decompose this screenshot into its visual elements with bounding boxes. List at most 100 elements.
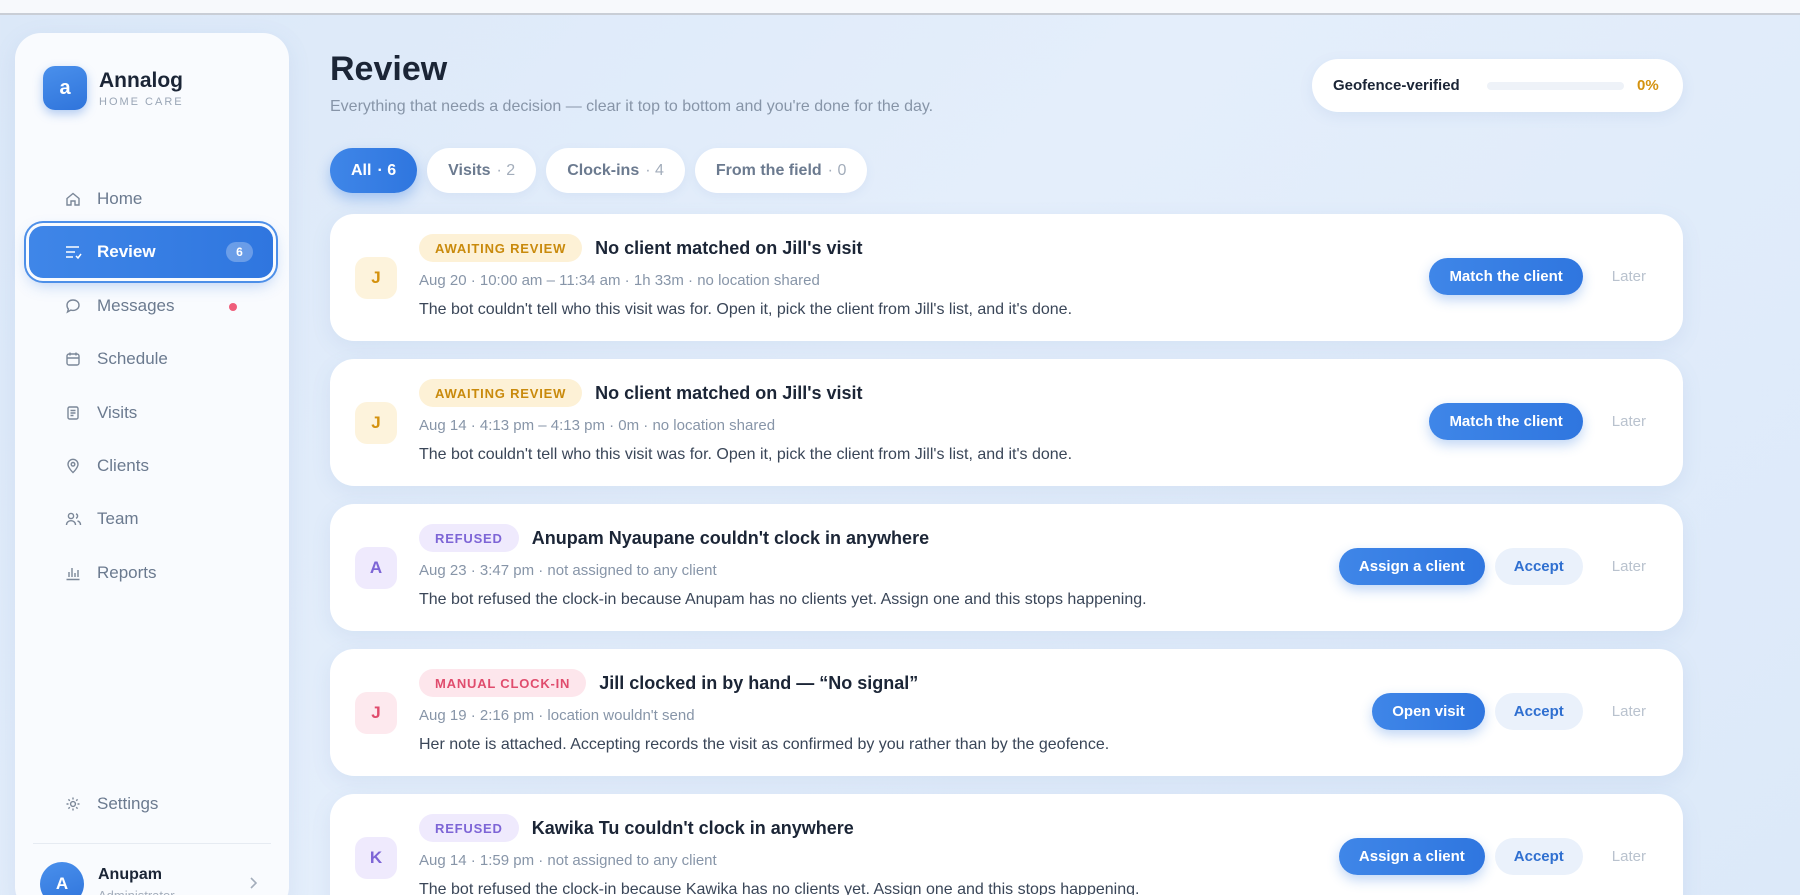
review-card[interactable]: J AWAITING REVIEW No client matched on J… bbox=[330, 214, 1683, 341]
later-button[interactable]: Later bbox=[1605, 268, 1653, 285]
review-count-badge: 6 bbox=[226, 242, 253, 263]
tab-label: All bbox=[351, 161, 372, 179]
tab-from-the-field[interactable]: From the field · 0 bbox=[694, 148, 868, 193]
open-visit-button[interactable]: Open visit bbox=[1372, 693, 1485, 730]
sidebar-item-label: Visits bbox=[97, 402, 138, 422]
card-title: No client matched on Jill's visit bbox=[595, 382, 863, 403]
avatar: A bbox=[40, 862, 84, 895]
tab-clock-ins[interactable]: Clock-ins · 4 bbox=[546, 148, 685, 193]
sidebar-item-label: Reports bbox=[97, 562, 157, 582]
card-meta: Aug 14 · 1:59 pm · not assigned to any c… bbox=[419, 852, 717, 869]
location-pin-icon bbox=[64, 457, 82, 475]
assign-client-button[interactable]: Assign a client bbox=[1338, 548, 1485, 585]
brand-subtitle: HOME CARE bbox=[99, 95, 184, 108]
user-profile[interactable]: A Anupam Administrator bbox=[40, 862, 280, 895]
card-description: The bot refused the clock-in because Anu… bbox=[419, 591, 1147, 608]
sidebar-divider bbox=[33, 843, 271, 844]
brand[interactable]: a Annalog HOME CARE bbox=[43, 66, 184, 110]
bar-chart-icon bbox=[64, 564, 82, 582]
unread-dot bbox=[229, 302, 237, 311]
match-client-button[interactable]: Match the client bbox=[1429, 403, 1583, 440]
card-meta: Aug 20 · 10:00 am – 11:34 am · 1h 33m · … bbox=[419, 272, 820, 289]
sidebar-item-visits[interactable]: Visits bbox=[29, 387, 273, 439]
chevron-right-icon bbox=[248, 876, 258, 895]
calendar-icon bbox=[64, 350, 82, 368]
sidebar-item-review[interactable]: Review 6 bbox=[29, 226, 273, 279]
tab-all[interactable]: All · 6 bbox=[330, 148, 418, 193]
sidebar-item-label: Schedule bbox=[97, 349, 168, 369]
accept-button[interactable]: Accept bbox=[1494, 548, 1583, 585]
review-list: J AWAITING REVIEW No client matched on J… bbox=[330, 214, 1683, 895]
tab-label: Clock-ins bbox=[567, 161, 640, 179]
user-name: Anupam bbox=[98, 865, 162, 883]
sidebar-item-label: Home bbox=[97, 189, 143, 208]
sidebar-item-clients[interactable]: Clients bbox=[29, 440, 273, 492]
card-title: Kawika Tu couldn't clock in anywhere bbox=[531, 817, 854, 838]
avatar: J bbox=[355, 402, 397, 444]
sidebar-item-home[interactable]: Home bbox=[29, 173, 273, 225]
status-badge: MANUAL CLOCK-IN bbox=[419, 669, 587, 697]
card-meta: Aug 14 · 4:13 pm – 4:13 pm · 0m · no loc… bbox=[419, 417, 776, 434]
brand-logo: a bbox=[43, 66, 87, 110]
status-badge: REFUSED bbox=[419, 524, 519, 552]
match-client-button[interactable]: Match the client bbox=[1429, 258, 1583, 295]
accept-button[interactable]: Accept bbox=[1494, 693, 1583, 730]
sidebar-item-label: Settings bbox=[97, 794, 159, 813]
later-button[interactable]: Later bbox=[1605, 703, 1653, 720]
card-meta: Aug 19 · 2:16 pm · location wouldn't sen… bbox=[419, 707, 695, 724]
geofence-progress-bar bbox=[1487, 82, 1624, 90]
page-subtitle: Everything that needs a decision — clear… bbox=[330, 98, 934, 115]
review-list-icon bbox=[64, 243, 82, 261]
card-meta: Aug 23 · 3:47 pm · not assigned to any c… bbox=[419, 562, 717, 579]
card-description: The bot couldn't tell who this visit was… bbox=[419, 446, 1073, 463]
avatar: J bbox=[355, 257, 397, 299]
tab-visits[interactable]: Visits · 2 bbox=[427, 148, 537, 193]
later-button[interactable]: Later bbox=[1605, 848, 1653, 865]
sidebar-item-label: Review bbox=[97, 242, 156, 262]
review-card[interactable]: J AWAITING REVIEW No client matched on J… bbox=[330, 359, 1683, 486]
card-description: Her note is attached. Accepting records … bbox=[419, 736, 1110, 753]
avatar: J bbox=[355, 692, 397, 734]
review-card[interactable]: J MANUAL CLOCK-IN Jill clocked in by han… bbox=[330, 649, 1683, 776]
tab-count: · 2 bbox=[496, 161, 516, 179]
sidebar-item-settings[interactable]: Settings bbox=[29, 778, 273, 830]
status-badge: AWAITING REVIEW bbox=[419, 379, 583, 407]
review-card[interactable]: K REFUSED Kawika Tu couldn't clock in an… bbox=[330, 794, 1683, 895]
review-card[interactable]: A REFUSED Anupam Nyaupane couldn't clock… bbox=[330, 504, 1683, 631]
sidebar-item-label: Clients bbox=[97, 455, 149, 475]
sidebar-item-messages[interactable]: Messages bbox=[29, 280, 273, 332]
status-badge: AWAITING REVIEW bbox=[419, 234, 583, 262]
tab-count: · 0 bbox=[827, 161, 847, 179]
tab-count: · 6 bbox=[377, 161, 397, 179]
tab-label: Visits bbox=[448, 161, 491, 179]
sidebar-item-label: Messages bbox=[97, 295, 175, 315]
users-icon bbox=[64, 510, 82, 528]
geofence-label: Geofence-verified bbox=[1333, 77, 1460, 94]
sidebar-item-reports[interactable]: Reports bbox=[29, 547, 273, 599]
sidebar-item-label: Team bbox=[97, 509, 139, 529]
browser-top-edge bbox=[0, 0, 1800, 15]
sidebar-item-team[interactable]: Team bbox=[29, 493, 273, 545]
assign-client-button[interactable]: Assign a client bbox=[1338, 838, 1485, 875]
sidebar: a Annalog HOME CARE Home Review 6 Messag… bbox=[15, 33, 289, 895]
card-description: The bot refused the clock-in because Kaw… bbox=[419, 881, 1140, 895]
filter-tabs: All · 6 Visits · 2 Clock-ins · 4 From th… bbox=[330, 148, 877, 193]
brand-name: Annalog bbox=[99, 68, 183, 92]
sidebar-item-schedule[interactable]: Schedule bbox=[29, 333, 273, 385]
geofence-verified-meter: Geofence-verified 0% bbox=[1312, 59, 1683, 112]
geofence-percent: 0% bbox=[1637, 77, 1659, 94]
document-icon bbox=[64, 404, 82, 422]
avatar: A bbox=[355, 547, 397, 589]
message-bubble-icon bbox=[64, 297, 82, 315]
page-title: Review bbox=[330, 50, 448, 88]
accept-button[interactable]: Accept bbox=[1494, 838, 1583, 875]
later-button[interactable]: Later bbox=[1605, 413, 1653, 430]
gear-icon bbox=[64, 795, 82, 813]
card-title: Anupam Nyaupane couldn't clock in anywhe… bbox=[531, 527, 930, 548]
avatar: K bbox=[355, 837, 397, 879]
card-description: The bot couldn't tell who this visit was… bbox=[419, 301, 1073, 318]
tab-label: From the field bbox=[715, 161, 822, 179]
tab-count: · 4 bbox=[645, 161, 664, 179]
later-button[interactable]: Later bbox=[1605, 558, 1653, 575]
sidebar-nav: Home Review 6 Messages Schedule Visits C… bbox=[29, 173, 273, 600]
